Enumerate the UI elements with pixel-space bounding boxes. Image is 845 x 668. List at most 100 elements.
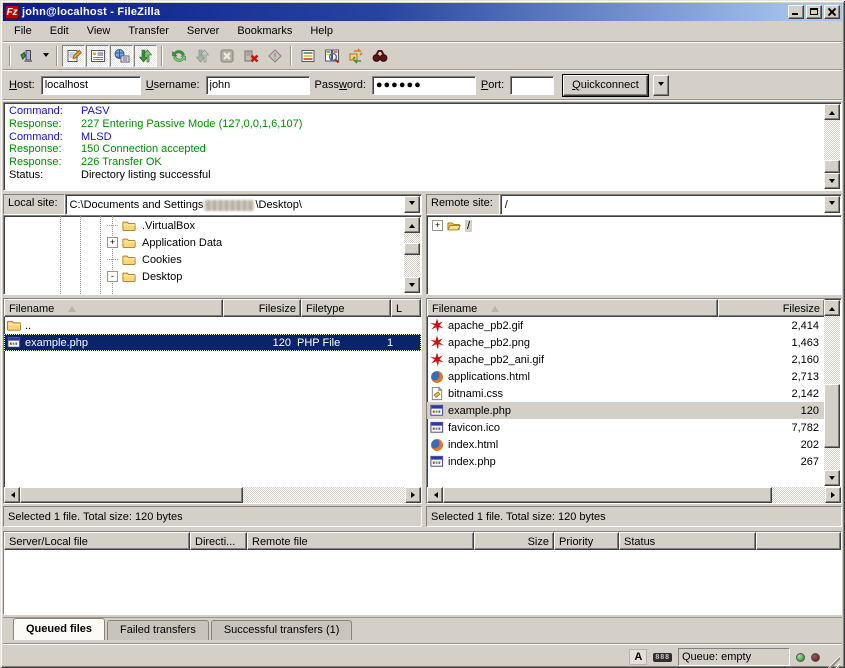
- tree-item-desktop[interactable]: - Desktop: [4, 268, 404, 285]
- toggle-message-log-button[interactable]: [62, 45, 85, 67]
- toggle-remote-tree-button[interactable]: [110, 45, 133, 67]
- cancel-icon: [219, 48, 235, 64]
- scroll-thumb[interactable]: [20, 487, 243, 503]
- column-remote-file[interactable]: Remote file: [247, 532, 474, 550]
- menu-view[interactable]: View: [78, 23, 120, 39]
- filter-icon: [300, 48, 316, 64]
- site-manager-dropdown[interactable]: [39, 45, 52, 67]
- scroll-thumb[interactable]: [824, 384, 840, 449]
- filter-button[interactable]: [296, 45, 319, 67]
- password-input[interactable]: [372, 76, 476, 95]
- column-server-local-file[interactable]: Server/Local file: [4, 532, 190, 550]
- scroll-right-button[interactable]: [825, 487, 841, 503]
- firefox-html-icon: [429, 369, 445, 384]
- remote-path-combobox[interactable]: /: [500, 194, 842, 215]
- menu-transfer[interactable]: Transfer: [119, 23, 178, 39]
- menu-server[interactable]: Server: [178, 23, 228, 39]
- file-row-example-php[interactable]: example.php 120 PHP File 1: [4, 334, 421, 351]
- column-last-modified[interactable]: L: [391, 299, 421, 317]
- local-list-hscrollbar[interactable]: [4, 487, 421, 503]
- scroll-up-button[interactable]: [404, 217, 420, 233]
- remote-list-scrollbar[interactable]: [824, 300, 840, 486]
- expand-icon[interactable]: +: [432, 220, 443, 231]
- scroll-left-button[interactable]: [4, 487, 20, 503]
- maximize-button[interactable]: [806, 5, 822, 19]
- tab-queued-files[interactable]: Queued files: [13, 618, 105, 640]
- local-tree-scrollbar[interactable]: [404, 217, 420, 293]
- file-row-parent-dir[interactable]: ..: [4, 317, 421, 334]
- synchronized-browsing-icon: [348, 48, 364, 64]
- tree-item-virtualbox[interactable]: .VirtualBox: [4, 217, 404, 234]
- process-queue-button[interactable]: [191, 45, 214, 67]
- remote-list-hscrollbar[interactable]: [427, 487, 841, 503]
- tab-failed-transfers[interactable]: Failed transfers: [107, 620, 209, 640]
- scroll-up-button[interactable]: [824, 300, 840, 316]
- username-input[interactable]: [206, 76, 310, 95]
- menu-file[interactable]: File: [5, 23, 41, 39]
- column-filename[interactable]: Filename: [427, 299, 718, 317]
- log-scrollbar[interactable]: [824, 104, 840, 189]
- speed-limit-icon: 888: [653, 653, 672, 662]
- column-filetype[interactable]: Filetype: [301, 299, 391, 317]
- file-row[interactable]: apache_pb2_ani.gif2,160: [427, 351, 825, 368]
- toggle-local-tree-button[interactable]: [86, 45, 109, 67]
- scroll-thumb[interactable]: [443, 487, 772, 503]
- scroll-down-button[interactable]: [824, 173, 840, 189]
- column-priority[interactable]: Priority: [554, 532, 619, 550]
- remote-pane: Remote site: / + / Filename: [426, 194, 842, 527]
- menu-help[interactable]: Help: [301, 23, 342, 39]
- scroll-right-button[interactable]: [405, 487, 421, 503]
- scroll-left-button[interactable]: [427, 487, 443, 503]
- file-row[interactable]: index.html202: [427, 436, 825, 453]
- menu-bookmarks[interactable]: Bookmarks: [228, 23, 301, 39]
- local-path-dropdown[interactable]: [404, 196, 420, 213]
- column-size[interactable]: Size: [474, 532, 554, 550]
- remote-path-dropdown[interactable]: [824, 196, 840, 213]
- file-row[interactable]: index.php267: [427, 453, 825, 470]
- directory-comparison-button[interactable]: [320, 45, 343, 67]
- port-input[interactable]: [510, 76, 554, 95]
- tree-item-root[interactable]: + /: [427, 217, 824, 234]
- column-status[interactable]: Status: [619, 532, 756, 550]
- file-row[interactable]: favicon.ico7,782: [427, 419, 825, 436]
- scroll-thumb[interactable]: [404, 243, 420, 255]
- collapse-icon[interactable]: -: [107, 271, 118, 282]
- find-files-button[interactable]: [368, 45, 391, 67]
- expand-icon[interactable]: +: [107, 237, 118, 248]
- scroll-thumb[interactable]: [824, 160, 840, 173]
- tree-item-application-data[interactable]: + Application Data: [4, 234, 404, 251]
- tree-item-cookies[interactable]: Cookies: [4, 251, 404, 268]
- refresh-button[interactable]: [167, 45, 190, 67]
- disconnect-button[interactable]: [239, 45, 262, 67]
- toggle-transfer-queue-button[interactable]: [134, 45, 157, 67]
- column-filesize[interactable]: Filesize: [223, 299, 301, 317]
- file-row[interactable]: bitnami.css2,142: [427, 385, 825, 402]
- quickconnect-dropdown[interactable]: [653, 75, 669, 96]
- file-row[interactable]: apache_pb2.png1,463: [427, 334, 825, 351]
- column-direction[interactable]: Directi...: [190, 532, 247, 550]
- local-path-combobox[interactable]: C:\Documents and Settings\Desktop\: [65, 194, 422, 215]
- cancel-operation-button[interactable]: [215, 45, 238, 67]
- resize-grip[interactable]: [826, 654, 840, 668]
- close-button[interactable]: [824, 5, 840, 19]
- column-filesize[interactable]: Filesize: [718, 299, 825, 317]
- title-bar[interactable]: Fz john@localhost - FileZilla: [3, 3, 842, 21]
- file-row[interactable]: apache_pb2.gif2,414: [427, 317, 825, 334]
- host-input[interactable]: [41, 76, 141, 95]
- scroll-up-button[interactable]: [824, 104, 840, 120]
- column-filename[interactable]: Filename: [4, 299, 223, 317]
- quickconnect-button[interactable]: Quickconnect: [563, 75, 648, 96]
- scroll-down-button[interactable]: [404, 277, 420, 293]
- tab-successful-transfers[interactable]: Successful transfers (1): [211, 620, 353, 640]
- reconnect-button[interactable]: [263, 45, 286, 67]
- site-manager-button[interactable]: [15, 45, 38, 67]
- menu-edit[interactable]: Edit: [41, 23, 78, 39]
- file-row[interactable]: applications.html2,713: [427, 368, 825, 385]
- file-row-example-php[interactable]: example.php120: [427, 402, 825, 419]
- php-file-icon: [429, 454, 445, 469]
- minimize-button[interactable]: [788, 5, 804, 19]
- local-list-header: Filename Filesize Filetype L: [4, 299, 421, 317]
- ascii-data-type-icon: A: [629, 649, 647, 665]
- synchronized-browsing-button[interactable]: [344, 45, 367, 67]
- scroll-down-button[interactable]: [824, 470, 840, 486]
